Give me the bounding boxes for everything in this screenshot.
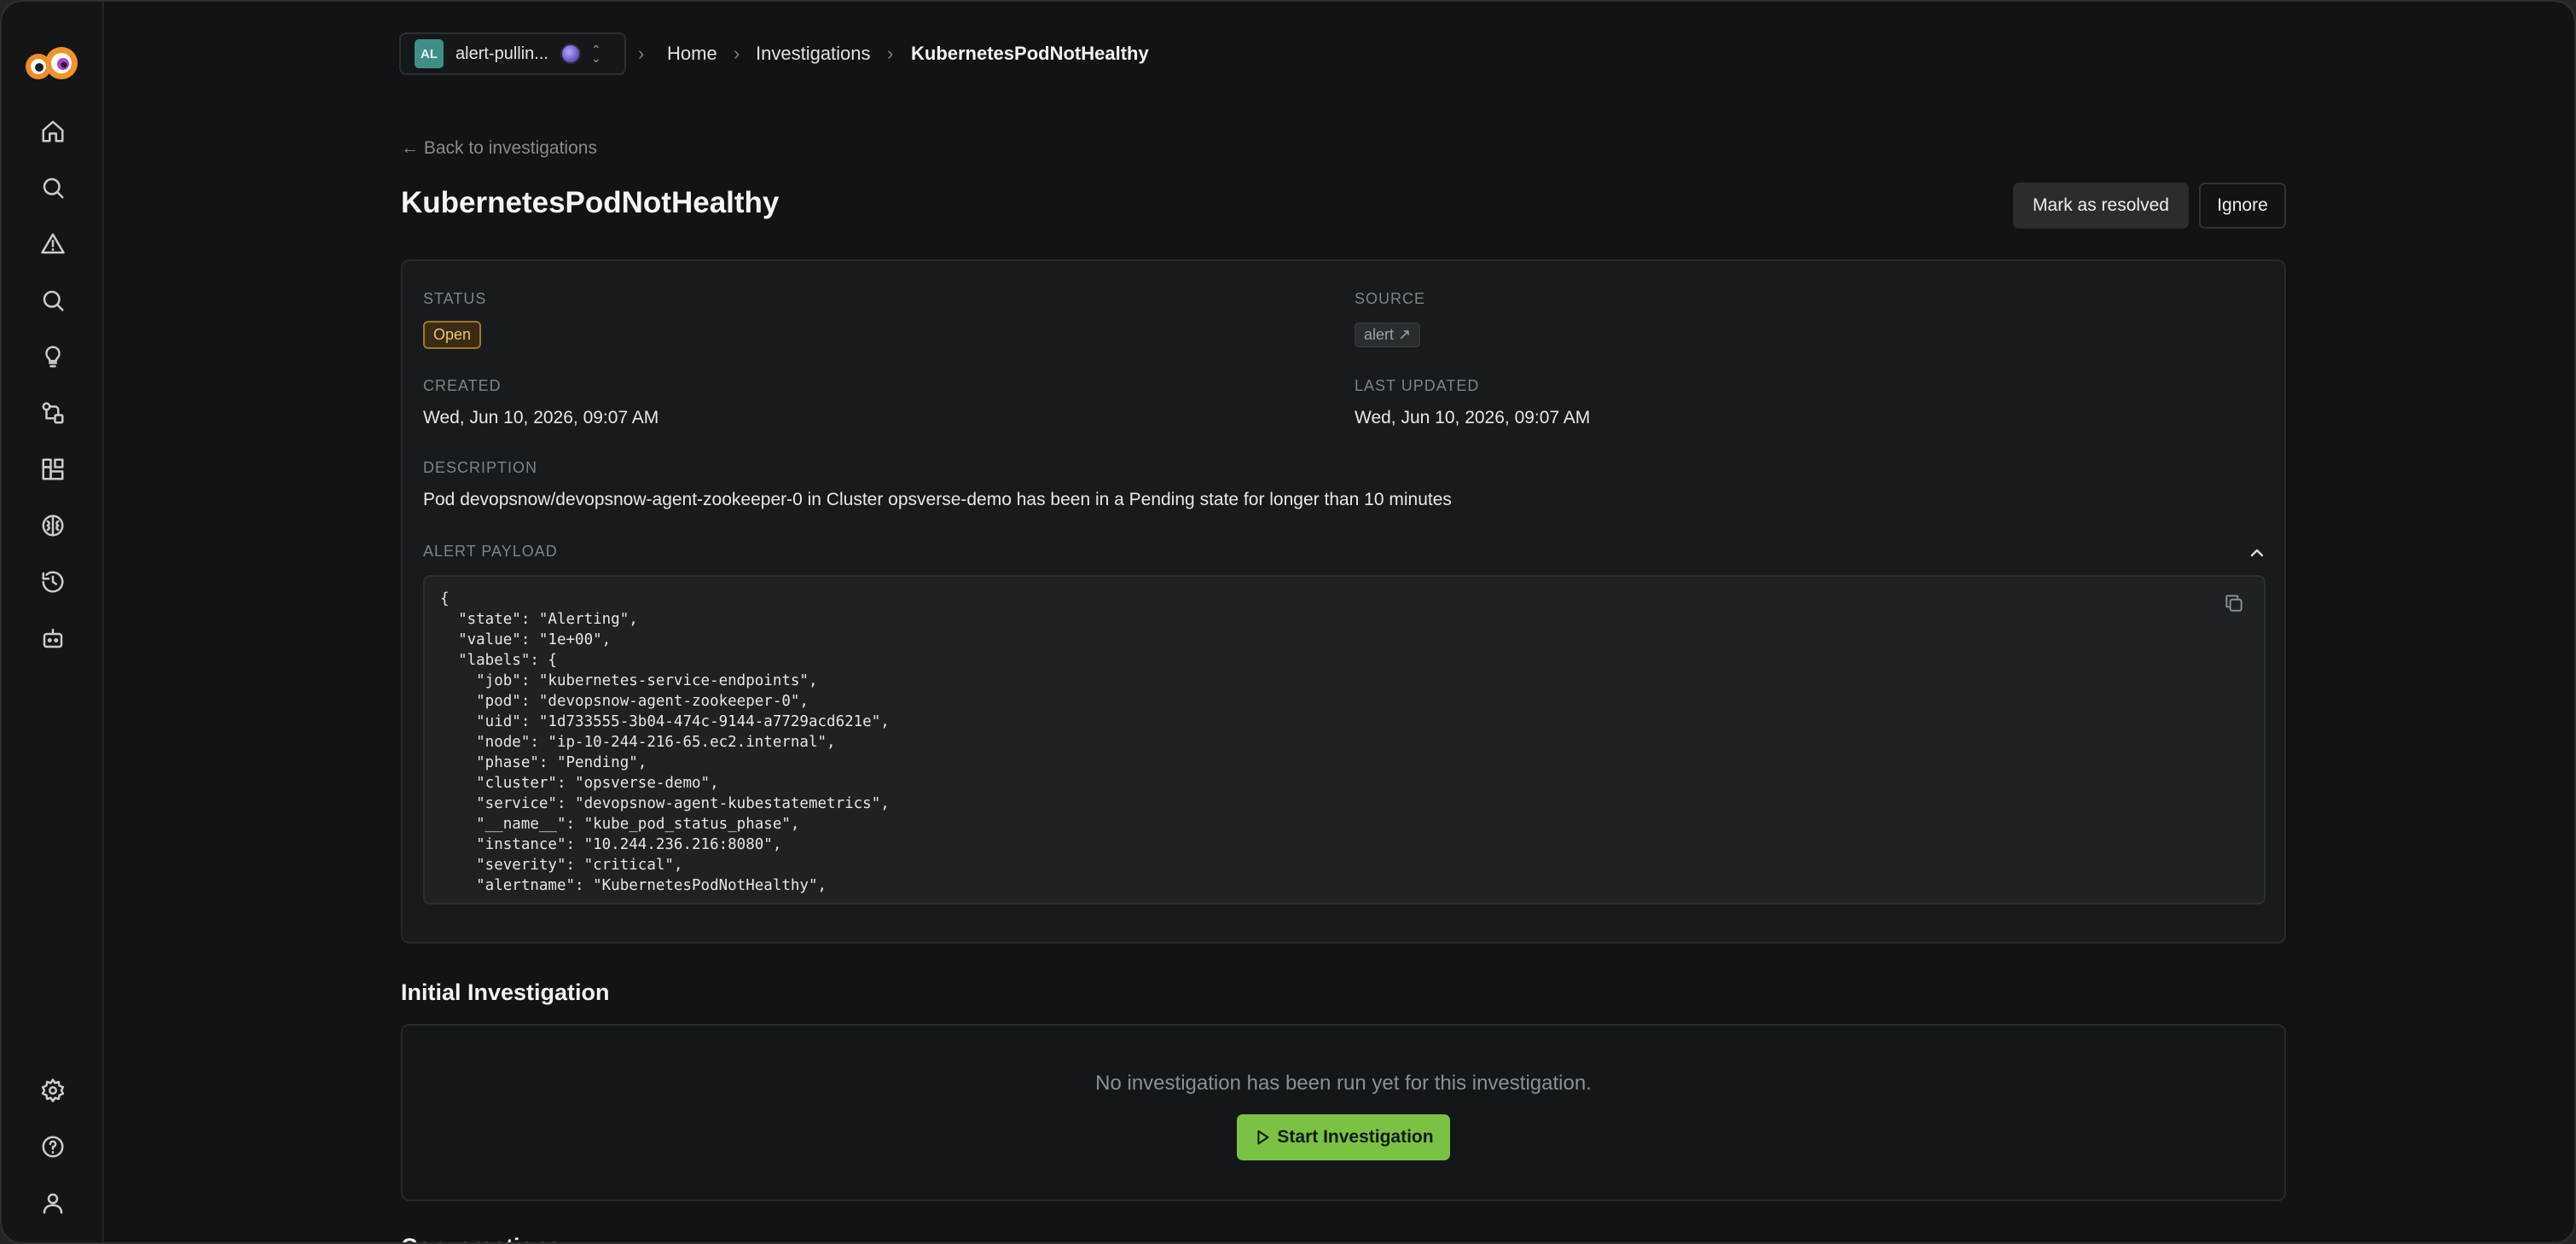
- last-updated-label: LAST UPDATED: [1355, 377, 1480, 394]
- help-icon[interactable]: [34, 1128, 72, 1166]
- alert-icon[interactable]: [34, 225, 72, 263]
- initial-investigation-title: Initial Investigation: [401, 980, 610, 1005]
- description-label: DESCRIPTION: [423, 459, 538, 476]
- breadcrumb-home[interactable]: Home: [667, 43, 717, 65]
- created-value: Wed, Jun 10, 2026, 09:07 AM: [423, 408, 659, 427]
- investigation-details-card: STATUS Open SOURCE alert ↗ CREATED Wed, …: [401, 259, 2286, 944]
- copy-icon[interactable]: [2223, 592, 2245, 614]
- app-window: AL alert-pullin... ⌃ ⌄ › Home › Investiga…: [0, 0, 2576, 1244]
- conversations-title: Conversations: [401, 1234, 561, 1242]
- breadcrumb-investigations[interactable]: Investigations: [756, 43, 871, 65]
- external-link-icon: ↗: [1398, 326, 1412, 343]
- empty-state-text: No investigation has been run yet for th…: [1095, 1072, 1592, 1095]
- search-icon[interactable]: [34, 169, 72, 206]
- workspace-name: alert-pullin...: [455, 44, 548, 63]
- workspace-status-icon: [560, 44, 581, 64]
- investigations-search-icon[interactable]: [34, 282, 72, 319]
- chevron-right-icon: ›: [638, 43, 645, 64]
- initial-investigation-card: No investigation has been run yet for th…: [401, 1024, 2286, 1201]
- workflow-icon[interactable]: [34, 394, 72, 432]
- chevron-up-down-icon: ⌃ ⌄: [590, 43, 601, 65]
- back-to-investigations-link[interactable]: ← Back to investigations: [401, 138, 597, 159]
- alert-payload-label: ALERT PAYLOAD: [423, 543, 558, 560]
- source-label: SOURCE: [1355, 290, 1426, 307]
- app-logo[interactable]: [20, 46, 84, 84]
- arrow-left-icon: ←: [401, 138, 419, 158]
- bot-icon[interactable]: [34, 619, 72, 657]
- created-label: CREATED: [423, 377, 502, 394]
- lightbulb-icon[interactable]: [34, 338, 72, 375]
- home-icon[interactable]: [34, 113, 72, 150]
- start-investigation-button[interactable]: Start Investigation: [1237, 1114, 1450, 1160]
- sidebar: [2, 2, 104, 1242]
- ignore-button[interactable]: Ignore: [2199, 183, 2286, 229]
- chevron-right-icon: ›: [887, 43, 894, 64]
- brain-icon[interactable]: [34, 507, 72, 544]
- settings-icon[interactable]: [34, 1072, 72, 1109]
- chevron-right-icon: ›: [734, 43, 740, 64]
- history-icon[interactable]: [34, 563, 72, 601]
- status-badge: Open: [423, 321, 482, 349]
- description-value: Pod devopsnow/devopsnow-agent-zookeeper-…: [423, 490, 1452, 509]
- workspace-avatar: AL: [415, 39, 444, 68]
- mark-as-resolved-button[interactable]: Mark as resolved: [2013, 183, 2189, 229]
- breadcrumb-current: KubernetesPodNotHealthy: [911, 43, 1149, 64]
- chevron-up-icon[interactable]: [2247, 543, 2267, 563]
- integrations-icon[interactable]: [34, 451, 72, 488]
- play-icon: [1257, 1130, 1269, 1145]
- source-badge[interactable]: alert ↗: [1355, 323, 1421, 347]
- alert-payload-text: { "state": "Alerting", "value": "1e+00",…: [440, 590, 890, 894]
- workspace-switcher[interactable]: AL alert-pullin... ⌃ ⌄: [399, 32, 626, 75]
- status-label: STATUS: [423, 290, 487, 307]
- last-updated-value: Wed, Jun 10, 2026, 09:07 AM: [1355, 408, 1591, 427]
- user-icon[interactable]: [34, 1184, 72, 1222]
- alert-payload-code-block[interactable]: { "state": "Alerting", "value": "1e+00",…: [423, 575, 2266, 904]
- page-title: KubernetesPodNotHealthy: [401, 186, 780, 219]
